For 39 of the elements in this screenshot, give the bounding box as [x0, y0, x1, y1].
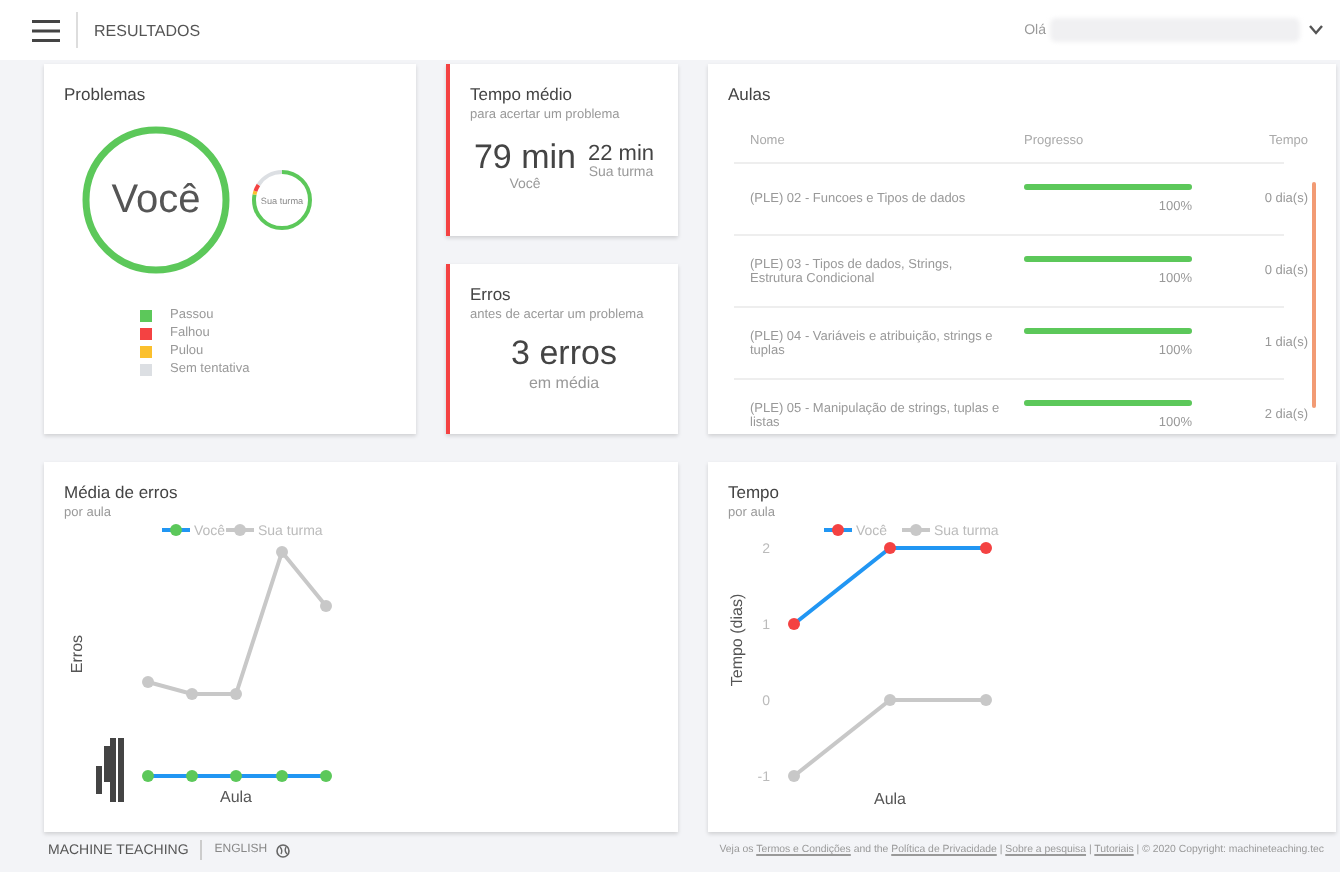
- card-title: Erros: [470, 284, 513, 304]
- card-title: Tempo: [728, 482, 782, 502]
- data-point: [142, 676, 154, 688]
- axis-title: Erros: [68, 634, 86, 674]
- legend-marker-icon: [902, 524, 930, 536]
- data-point: [788, 770, 800, 782]
- data-point: [320, 600, 332, 612]
- data-point: [980, 694, 992, 706]
- data-point: [276, 770, 288, 782]
- scrollbar[interactable]: [1312, 182, 1316, 408]
- data-point: [230, 688, 242, 700]
- data-point: [788, 618, 800, 630]
- globe-icon[interactable]: [275, 843, 290, 857]
- card-title: Tempo médio: [470, 84, 575, 104]
- card-title: Média de erros: [64, 482, 180, 502]
- time-value: 79 min: [473, 138, 576, 177]
- card-title: Problemas: [64, 84, 148, 104]
- data-point: [186, 770, 198, 782]
- data-point: [884, 542, 896, 554]
- page-title: RESULTADOS: [94, 21, 201, 39]
- data-point: [276, 546, 288, 558]
- time-value: 22 min: [588, 142, 655, 166]
- data-point: [884, 694, 896, 706]
- menu-icon[interactable]: [32, 19, 60, 41]
- axis-title: Aula: [220, 788, 252, 806]
- legend-marker-icon: [162, 524, 190, 536]
- legend-marker-icon: [824, 524, 852, 536]
- axis-title: Aula: [874, 790, 906, 808]
- data-point: [142, 770, 154, 782]
- legend-marker-icon: [226, 524, 254, 536]
- data-point: [320, 770, 332, 782]
- data-point: [230, 770, 242, 782]
- chevron-down-icon[interactable]: [1308, 24, 1324, 36]
- axis-title: Tempo (dias): [728, 593, 746, 687]
- card-title: Aulas: [728, 84, 773, 104]
- data-point: [980, 542, 992, 554]
- value-label: em média: [526, 374, 602, 392]
- errors-value: 3 erros: [509, 334, 619, 374]
- data-point: [186, 688, 198, 700]
